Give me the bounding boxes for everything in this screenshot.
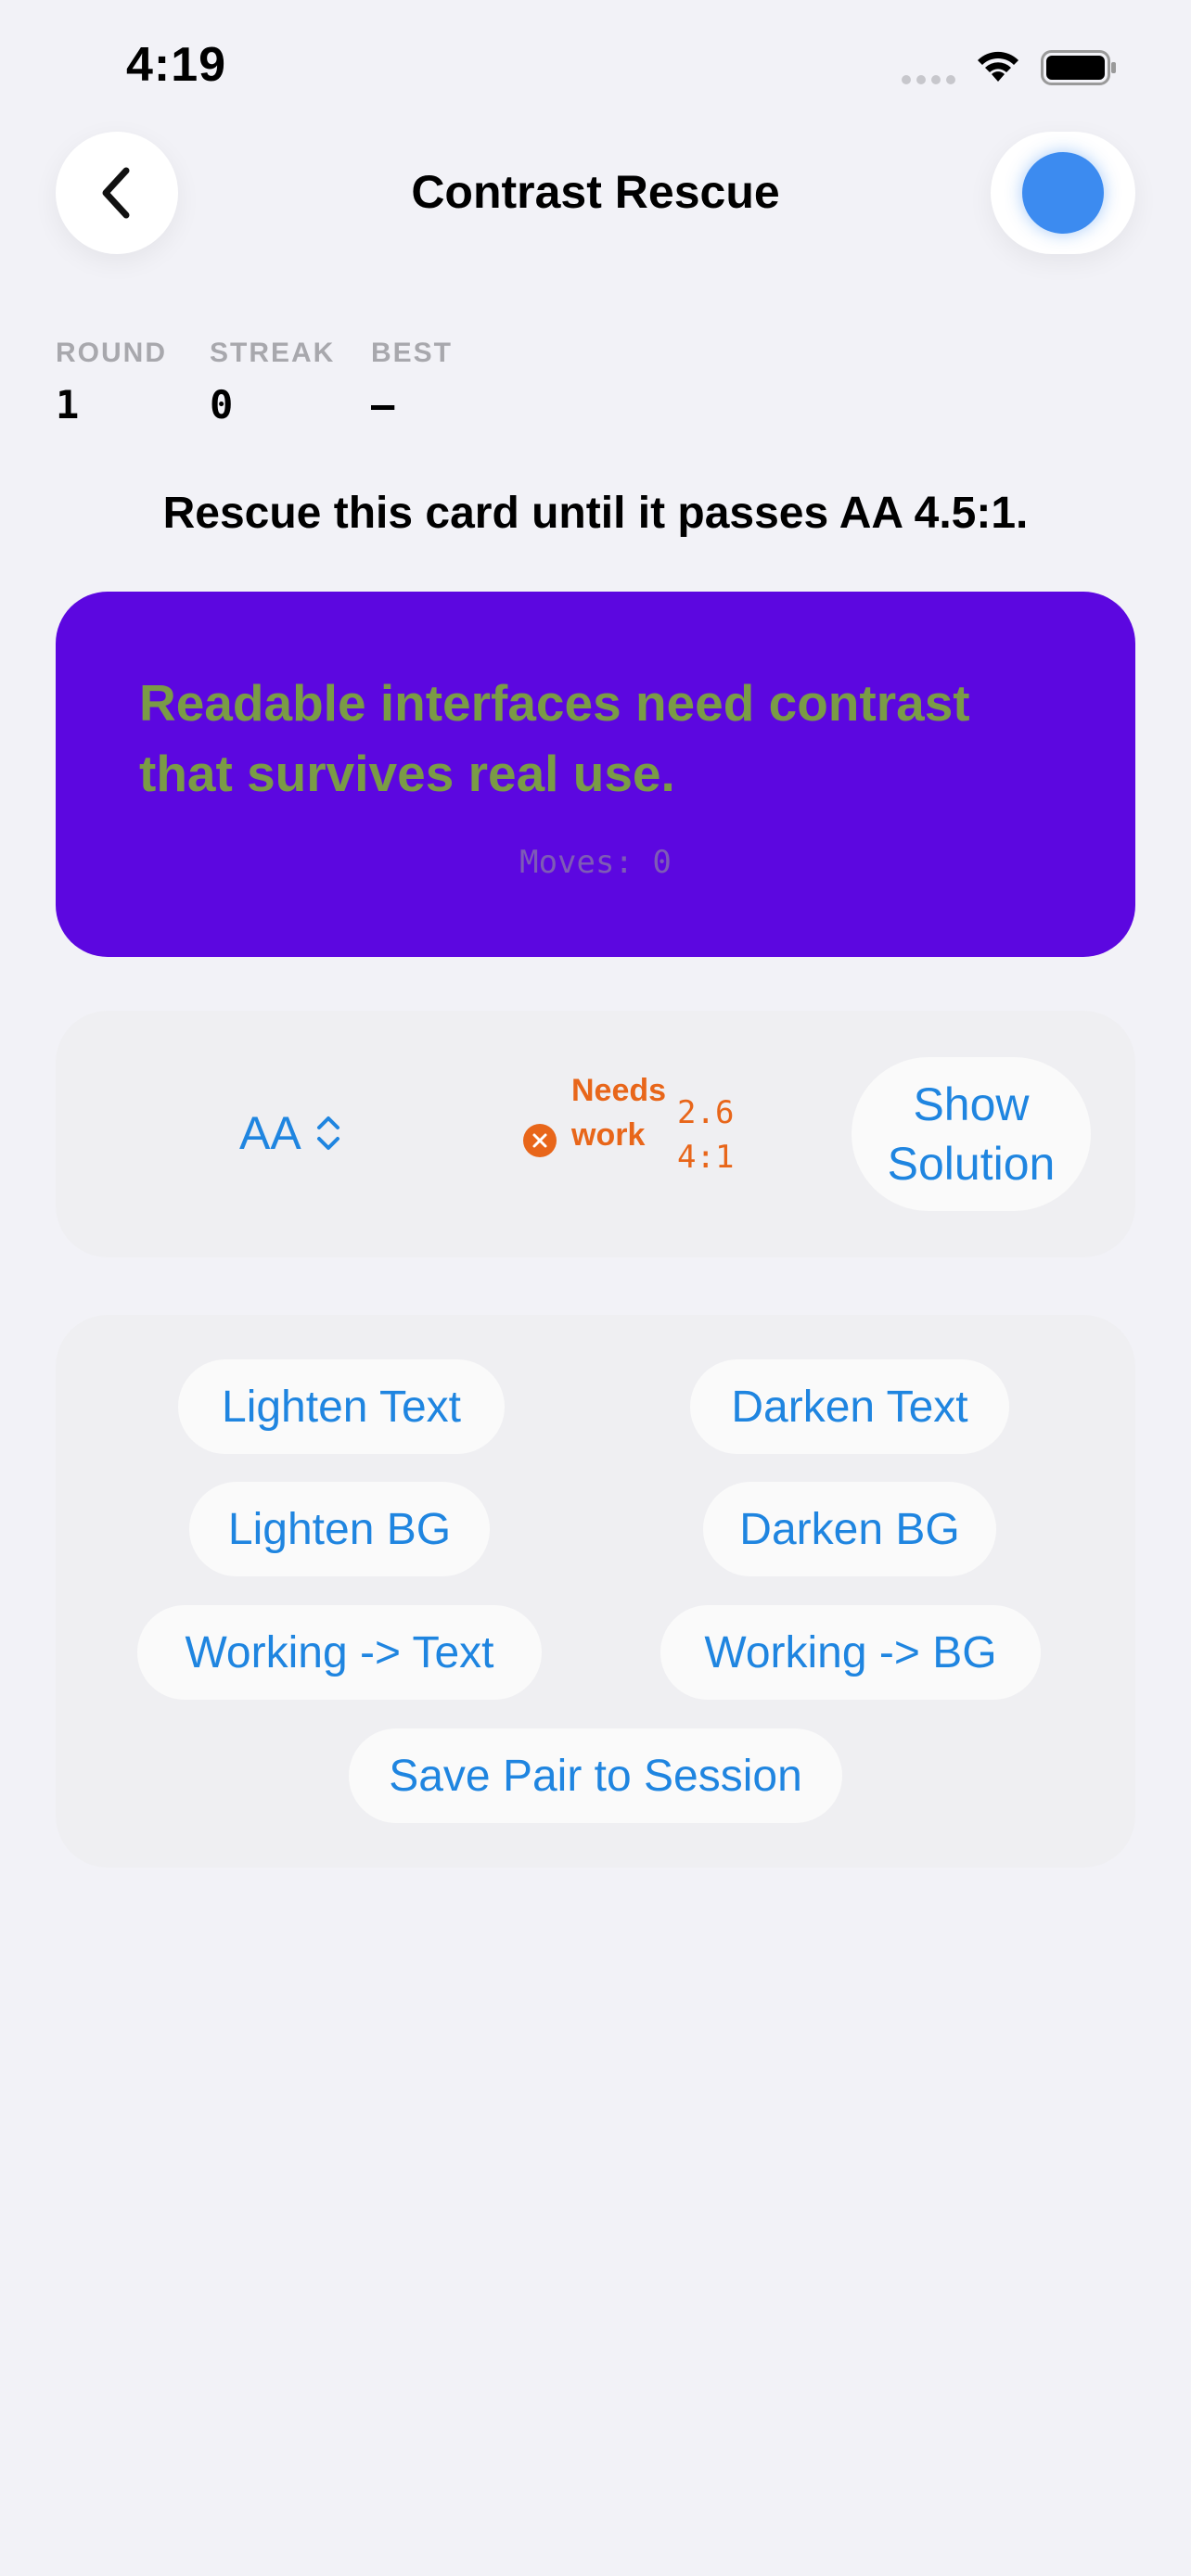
level-picker-label: AA xyxy=(239,1107,301,1159)
stat-label: ROUND xyxy=(56,338,167,368)
level-picker[interactable]: AA xyxy=(239,1103,342,1163)
darken-bg-button[interactable]: Darken BG xyxy=(703,1482,996,1576)
result-label: Needs work xyxy=(571,1073,667,1153)
status-bar: 4:19 xyxy=(0,0,1191,130)
stat-best: BEST — xyxy=(371,338,453,427)
lighten-text-button[interactable]: Lighten Text xyxy=(178,1359,505,1454)
save-pair-button[interactable]: Save Pair to Session xyxy=(349,1728,842,1823)
moves-counter: Moves: 0 xyxy=(519,844,672,881)
stat-label: BEST xyxy=(371,338,454,368)
contrast-result: Needs work 2.64:1 xyxy=(523,1068,762,1180)
profile-button[interactable] xyxy=(991,132,1135,254)
contrast-ratio: 2.64:1 xyxy=(677,1094,735,1176)
stat-value: 0 xyxy=(210,382,234,427)
show-solution-button[interactable]: Show Solution xyxy=(852,1057,1091,1211)
x-circle-icon xyxy=(523,1124,557,1157)
challenge-prompt: Rescue this card until it passes AA 4.5:… xyxy=(162,489,1029,538)
working-to-text-button[interactable]: Working -> Text xyxy=(137,1605,542,1700)
working-to-bg-button[interactable]: Working -> BG xyxy=(660,1605,1041,1700)
stat-round: ROUND 1 xyxy=(56,338,167,427)
status-time: 4:19 xyxy=(126,38,227,92)
battery-icon xyxy=(1041,50,1116,85)
wifi-icon xyxy=(978,51,1018,82)
status-panel: AA Needs work 2.64:1 Show Solution xyxy=(56,1011,1135,1257)
darken-text-button[interactable]: Darken Text xyxy=(690,1359,1009,1454)
chevron-up-down-icon xyxy=(316,1116,339,1150)
stat-streak: STREAK 0 xyxy=(210,338,335,427)
lighten-bg-button[interactable]: Lighten BG xyxy=(189,1482,490,1576)
stat-value: — xyxy=(371,382,395,427)
controls-panel: Lighten Text Darken Text Lighten BG Dark… xyxy=(56,1315,1135,1868)
stat-value: 1 xyxy=(56,382,80,427)
stat-label: STREAK xyxy=(210,338,336,368)
preview-card: Readable interfaces need contrast that s… xyxy=(56,592,1135,957)
cellular-signal-icon xyxy=(902,75,957,84)
profile-avatar xyxy=(1022,152,1104,234)
preview-text: Readable interfaces need contrast that s… xyxy=(139,674,970,802)
